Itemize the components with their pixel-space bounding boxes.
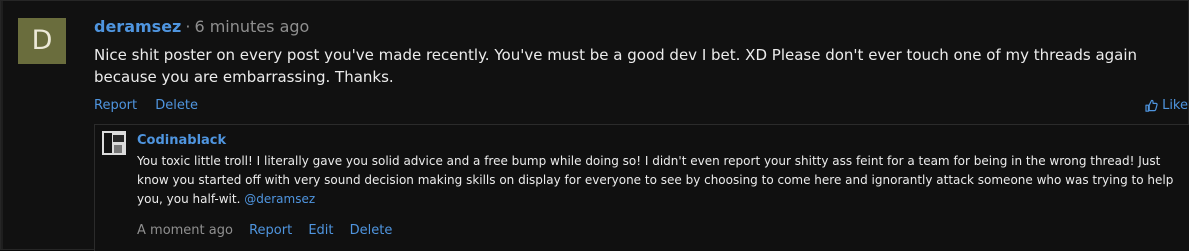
comment-thread: D deramsez · 6 minutes ago Nice shit poste… [0, 0, 1189, 251]
reply-timestamp: A moment ago [137, 223, 233, 238]
meta-separator: · [185, 17, 191, 36]
thumbs-up-icon [1144, 99, 1158, 113]
post-timestamp: 6 minutes ago [194, 17, 310, 36]
avatar[interactable]: D [18, 18, 66, 64]
reply-edit-button[interactable]: Edit [308, 223, 333, 238]
reply-username[interactable]: Codinablack [137, 133, 226, 149]
like-button[interactable]: Like [1144, 97, 1188, 115]
reply-avatar[interactable] [102, 131, 126, 155]
post-actions: Report Delete [94, 97, 212, 115]
avatar-shape-left [104, 133, 112, 153]
report-button[interactable]: Report [94, 98, 137, 113]
reply-comment: Codinablack You toxic little troll! I li… [94, 124, 1189, 251]
avatar-shape-top [113, 135, 124, 142]
delete-button[interactable]: Delete [155, 98, 198, 113]
thread-rail [1, 1, 3, 249]
like-label: Like [1162, 98, 1188, 113]
post-text: Nice shit poster on every post you've ma… [94, 46, 1138, 86]
avatar-shape-bottom [114, 145, 122, 153]
post-meta: deramsez · 6 minutes ago [94, 17, 309, 37]
reply-report-button[interactable]: Report [249, 223, 292, 238]
reply-delete-button[interactable]: Delete [350, 223, 393, 238]
reply-text-block: You toxic little troll! I literally gave… [137, 152, 1177, 209]
reply-actions: A moment ago Report Edit Delete [137, 222, 404, 240]
post-username[interactable]: deramsez [94, 17, 181, 36]
mention-link[interactable]: @deramsez [244, 192, 315, 206]
